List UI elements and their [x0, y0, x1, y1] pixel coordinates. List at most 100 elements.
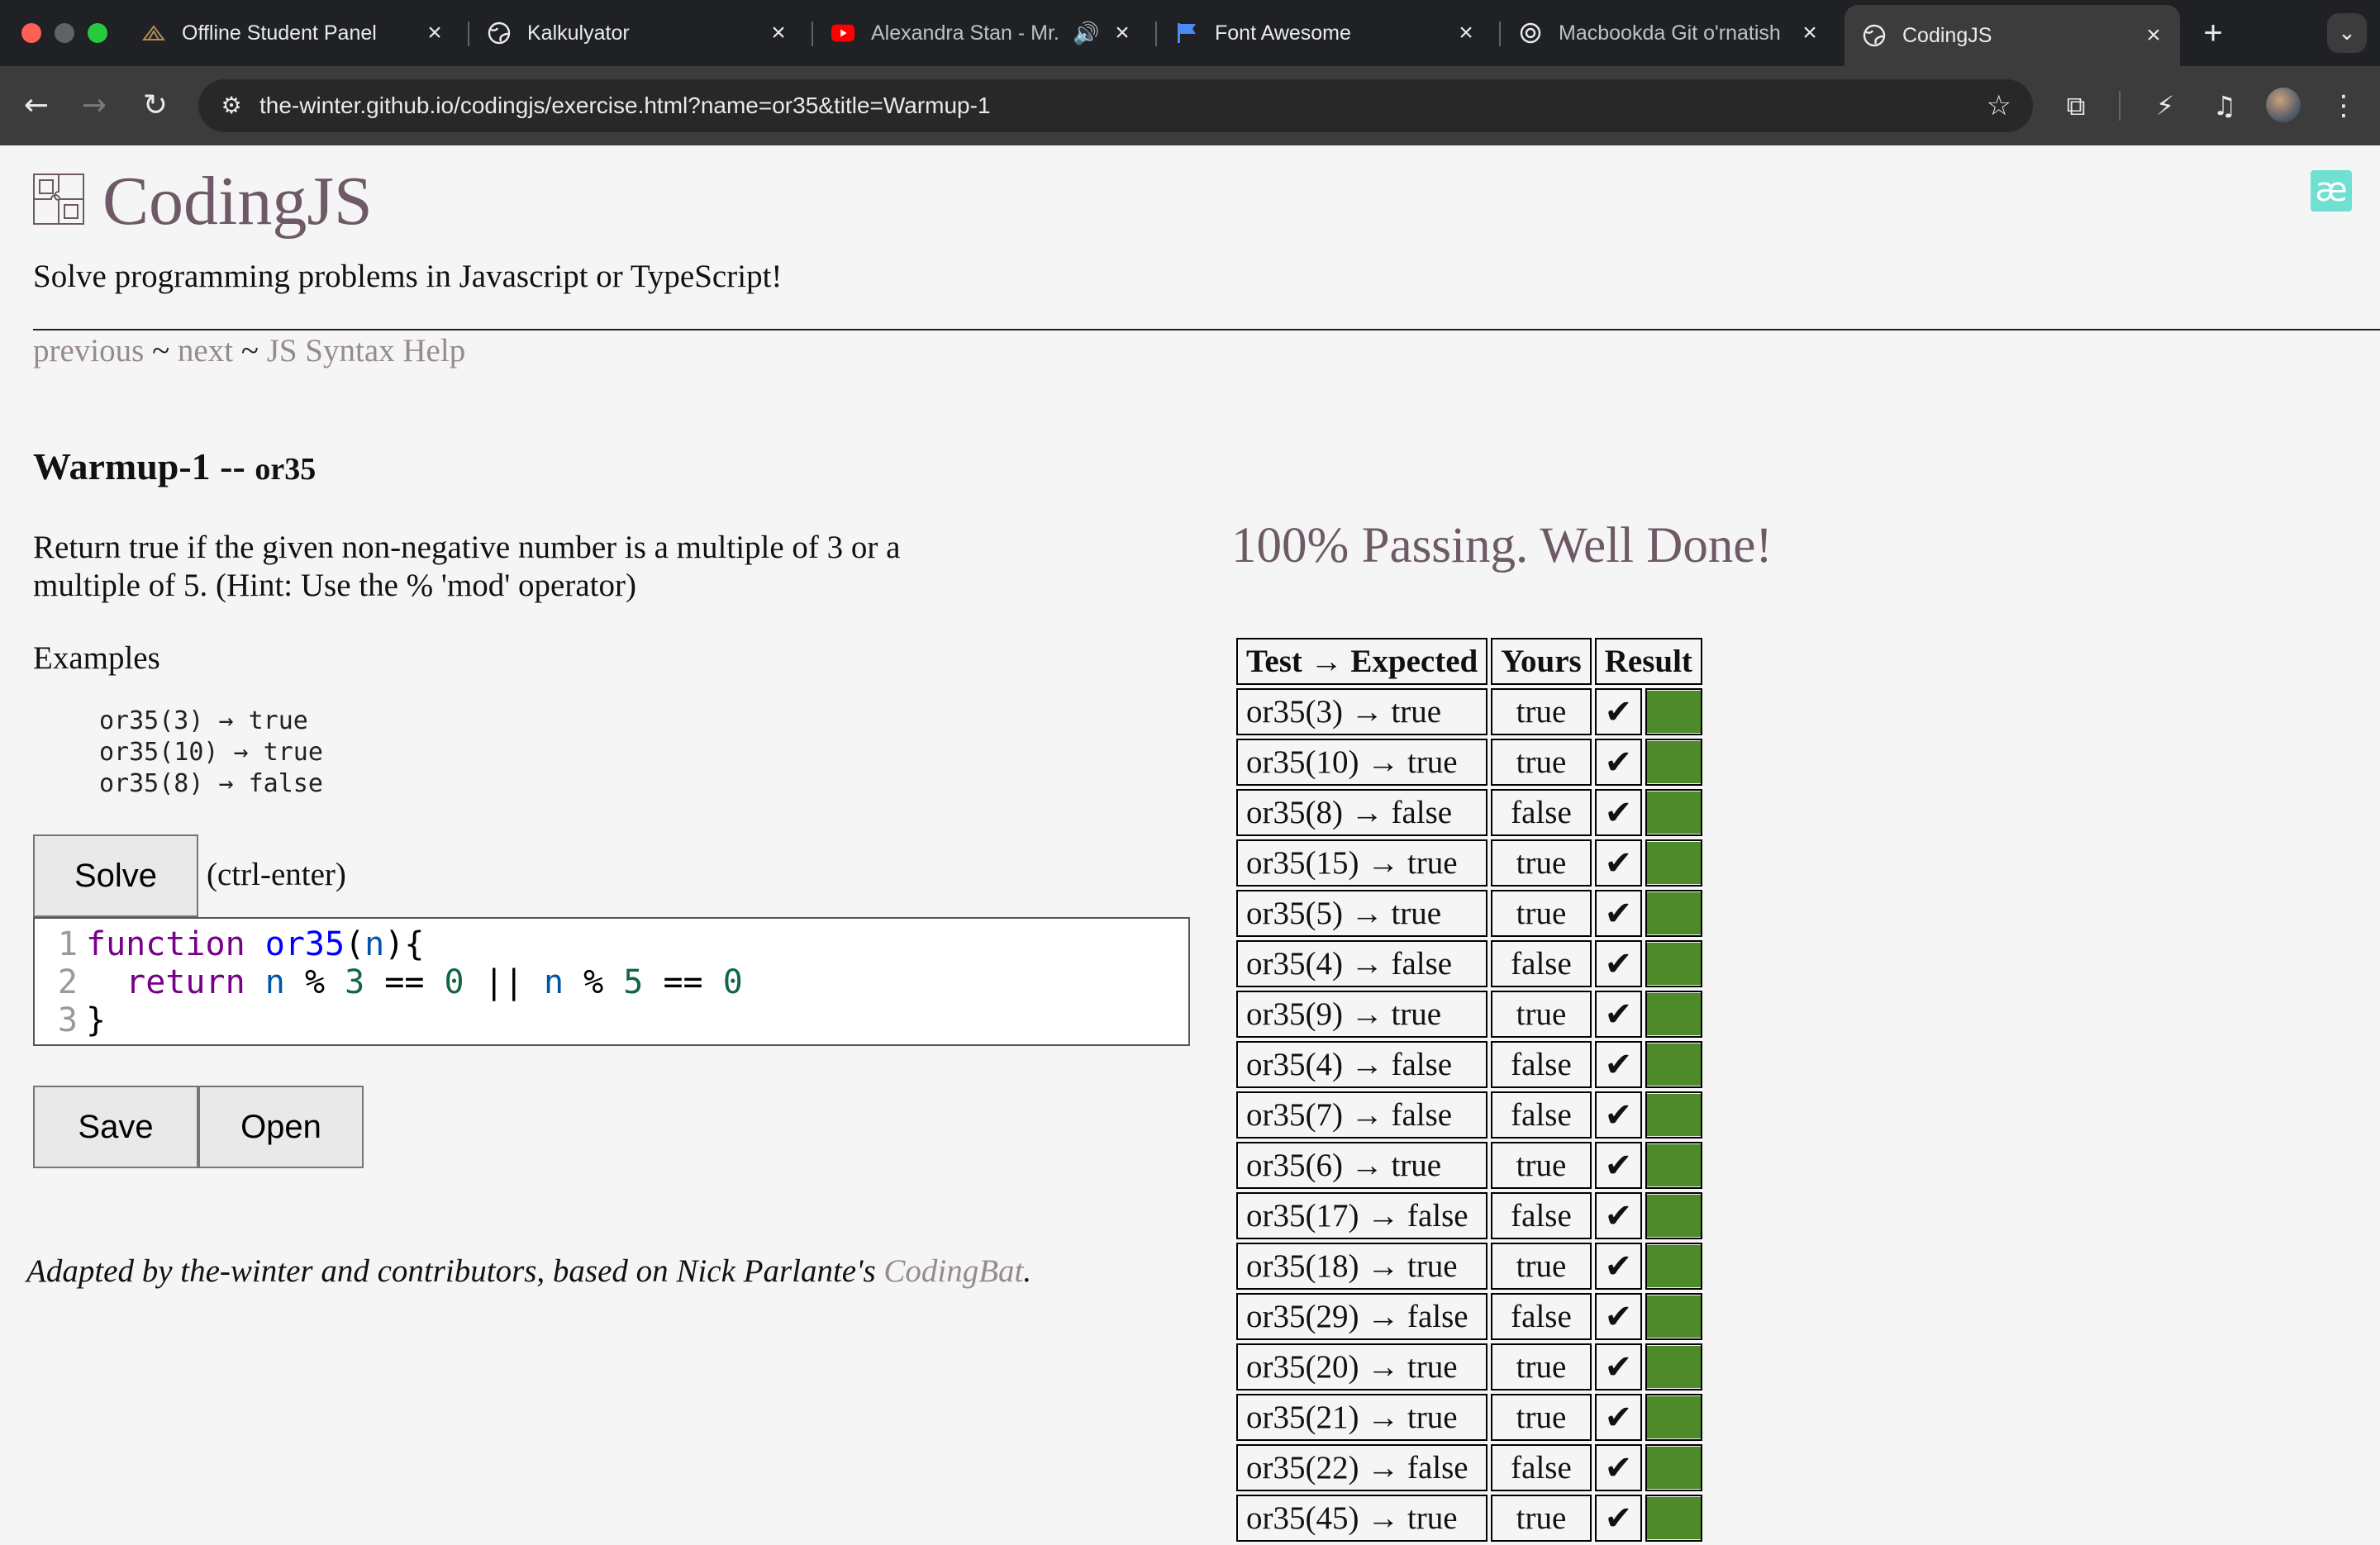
- yours-cell: false: [1491, 1091, 1592, 1139]
- open-button[interactable]: Open: [198, 1086, 364, 1168]
- tab-codingjs[interactable]: CodingJS ×: [1844, 5, 2180, 66]
- tab-search-button[interactable]: ⌄: [2327, 13, 2367, 53]
- address-bar[interactable]: ⚙ the-winter.github.io/codingjs/exercise…: [198, 79, 2033, 132]
- close-tab-icon[interactable]: ×: [1454, 19, 1478, 47]
- pass-indicator: [1645, 991, 1702, 1038]
- table-row: or35(10) → true true ✔: [1236, 739, 1702, 786]
- page-content: CodingJS æ Solve programming problems in…: [0, 145, 2380, 1542]
- codingbat-link[interactable]: CodingBat: [883, 1253, 1023, 1289]
- profile-avatar[interactable]: [2266, 88, 2301, 122]
- site-settings-icon[interactable]: ⚙: [217, 91, 246, 121]
- tab-offline-student-panel[interactable]: Offline Student Panel ×: [124, 0, 461, 66]
- line-number: 2: [57, 963, 78, 1001]
- test-cell: or35(22) → false: [1236, 1444, 1488, 1491]
- ae-extension-icon[interactable]: æ: [2311, 170, 2352, 212]
- toolbar-divider: [2119, 91, 2121, 121]
- close-tab-icon[interactable]: ×: [767, 19, 790, 47]
- pass-indicator: [1645, 1041, 1702, 1088]
- test-cell: or35(7) → false: [1236, 1091, 1488, 1139]
- bookmark-star-icon[interactable]: ☆: [1987, 89, 2011, 122]
- yours-cell: true: [1491, 1343, 1592, 1390]
- close-tab-icon[interactable]: ×: [1111, 19, 1134, 47]
- minimize-window-button[interactable]: [55, 23, 74, 43]
- pass-indicator: [1645, 739, 1702, 786]
- pass-indicator: [1645, 1142, 1702, 1189]
- line-number: 1: [57, 925, 78, 963]
- test-cell: or35(18) → true: [1236, 1243, 1488, 1290]
- check-mark-icon: ✔: [1594, 1041, 1643, 1088]
- tab-macbookda-git[interactable]: Macbookda Git o'rnatish ×: [1501, 0, 1836, 66]
- solve-button[interactable]: Solve: [33, 834, 198, 917]
- test-cell: or35(17) → false: [1236, 1192, 1488, 1239]
- save-button[interactable]: Save: [33, 1086, 198, 1168]
- check-mark-icon: ✔: [1594, 1444, 1643, 1491]
- table-row: or35(9) → true true ✔: [1236, 991, 1702, 1038]
- table-row: or35(8) → false false ✔: [1236, 789, 1702, 836]
- problem-description: Return true if the given non-negative nu…: [33, 530, 901, 603]
- test-cell: or35(5) → true: [1236, 890, 1488, 937]
- yours-cell: false: [1491, 1444, 1592, 1491]
- next-link[interactable]: next: [178, 333, 233, 368]
- close-tab-icon[interactable]: ×: [423, 19, 446, 47]
- close-tab-icon[interactable]: ×: [1798, 19, 1821, 47]
- extensions-puzzle-icon[interactable]: ⧉: [2056, 86, 2096, 126]
- back-button[interactable]: ←: [17, 86, 56, 126]
- close-window-button[interactable]: [21, 23, 41, 43]
- browser-menu-icon[interactable]: ⋮: [2327, 86, 2360, 126]
- site-tagline: Solve programming problems in Javascript…: [33, 259, 783, 294]
- reload-button[interactable]: ↻: [136, 86, 175, 126]
- check-mark-icon: ✔: [1594, 1495, 1643, 1542]
- problem-category: Warmup-1 --: [33, 445, 255, 487]
- forward-button[interactable]: →: [74, 86, 114, 126]
- pass-indicator: [1645, 1192, 1702, 1239]
- check-mark-icon: ✔: [1594, 1192, 1643, 1239]
- code-editor[interactable]: 1 function or35(n){ 2 return n % 3 == 0 |…: [33, 917, 1190, 1046]
- nav-separator: ~: [233, 333, 267, 368]
- tab-font-awesome[interactable]: Font Awesome ×: [1157, 0, 1492, 66]
- previous-link[interactable]: previous: [33, 333, 144, 368]
- code-line[interactable]: 2 return n % 3 == 0 || n % 5 == 0: [35, 963, 1188, 1001]
- yours-cell: true: [1491, 839, 1592, 887]
- check-mark-icon: ✔: [1594, 1091, 1643, 1139]
- pass-indicator: [1645, 1293, 1702, 1340]
- code-line[interactable]: 1 function or35(n){: [35, 925, 1188, 963]
- header-yours: Yours: [1491, 638, 1592, 685]
- table-row: or35(4) → false false ✔: [1236, 940, 1702, 987]
- yours-cell: true: [1491, 890, 1592, 937]
- tab-youtube-alexandra-stan[interactable]: Alexandra Stan - Mr. 🔊 ×: [813, 0, 1149, 66]
- url-text[interactable]: the-winter.github.io/codingjs/exercise.h…: [259, 89, 991, 122]
- table-row: or35(20) → true true ✔: [1236, 1343, 1702, 1390]
- yours-cell: false: [1491, 1293, 1592, 1340]
- test-cell: or35(29) → false: [1236, 1293, 1488, 1340]
- nav-separator: ~: [144, 333, 178, 368]
- browser-tab-bar: Offline Student Panel × Kalkulyator × Al…: [0, 0, 2380, 66]
- check-mark-icon: ✔: [1594, 1343, 1643, 1390]
- new-tab-button[interactable]: +: [2195, 15, 2231, 51]
- js-syntax-help-link[interactable]: JS Syntax Help: [267, 333, 466, 368]
- check-mark-icon: ✔: [1594, 739, 1643, 786]
- openai-icon: [1519, 21, 1542, 45]
- media-controls-icon[interactable]: ♫: [2205, 86, 2244, 126]
- close-tab-icon[interactable]: ×: [2142, 21, 2165, 50]
- yours-cell: true: [1491, 1394, 1592, 1441]
- performance-icon[interactable]: ⚡: [2145, 86, 2185, 126]
- check-mark-icon: ✔: [1594, 940, 1643, 987]
- test-cell: or35(4) → false: [1236, 940, 1488, 987]
- maximize-window-button[interactable]: [88, 23, 107, 43]
- flag-icon: [1175, 21, 1198, 45]
- test-status: 100% Passing. Well Done!: [1231, 518, 1773, 573]
- feather-logo-icon: [142, 21, 165, 45]
- table-row: or35(4) → false false ✔: [1236, 1041, 1702, 1088]
- speaker-icon[interactable]: 🔊: [1073, 21, 1099, 46]
- check-mark-icon: ✔: [1594, 1293, 1643, 1340]
- pass-indicator: [1645, 789, 1702, 836]
- check-mark-icon: ✔: [1594, 1142, 1643, 1189]
- pass-indicator: [1645, 688, 1702, 735]
- tab-kalkulyator[interactable]: Kalkulyator ×: [469, 0, 805, 66]
- pass-indicator: [1645, 1495, 1702, 1542]
- pass-indicator: [1645, 1444, 1702, 1491]
- code-line[interactable]: 3}: [35, 1001, 1188, 1039]
- globe-icon: [1863, 24, 1886, 47]
- pass-indicator: [1645, 1091, 1702, 1139]
- problem-navigation: previous ~ next ~ JS Syntax Help: [33, 332, 465, 369]
